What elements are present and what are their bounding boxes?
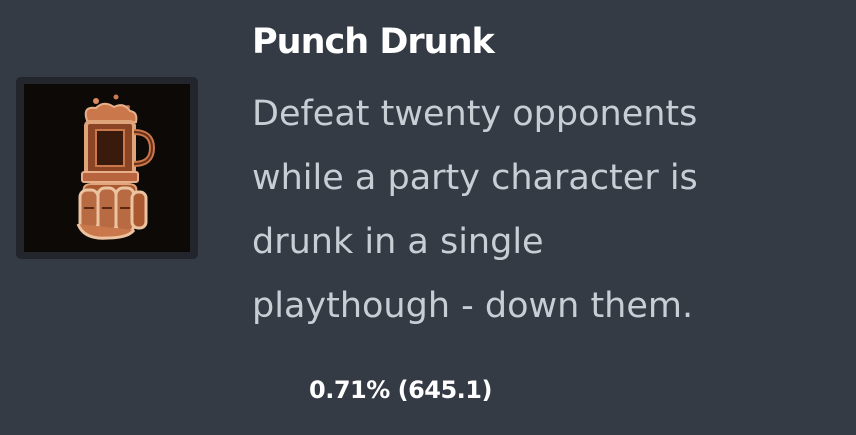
description-line: Defeat twenty opponents [252,94,698,134]
description-line: drunk in a single [252,222,544,262]
beer-mug-fist-icon [24,84,190,252]
achievement-description: Defeat twenty opponents while a party ch… [252,82,832,338]
achievement-unlock-stats: 0.71% (645.1) [309,376,492,404]
achievement-card: Punch Drunk Defeat twenty opponents whil… [0,0,856,435]
achievement-title: Punch Drunk [252,22,495,62]
description-line: while a party character is [252,158,698,198]
description-line: playthough - down them. [252,286,694,326]
achievement-icon-frame [16,77,198,259]
